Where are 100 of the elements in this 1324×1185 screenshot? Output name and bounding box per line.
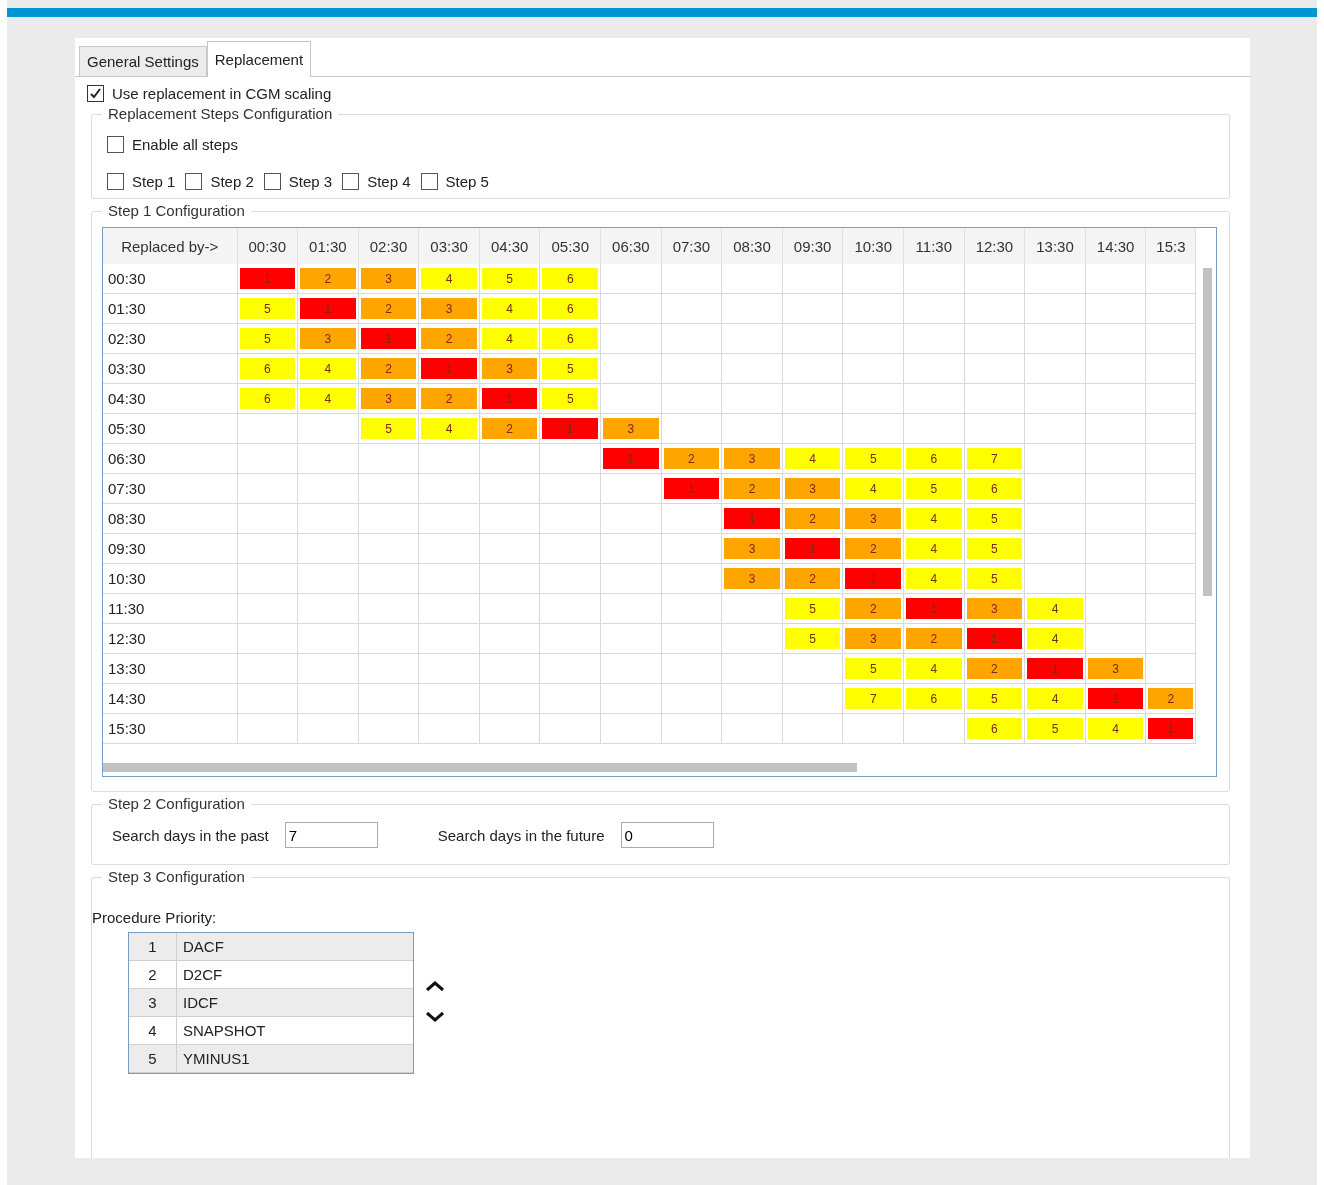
table-cell: 4 xyxy=(481,328,538,349)
row-header: 13:30 xyxy=(103,653,237,684)
table-cell: 6 xyxy=(542,298,599,319)
table-cell: 5 xyxy=(966,568,1023,589)
table-cell: 3 xyxy=(724,538,780,559)
table-cell: 1 xyxy=(300,298,356,319)
table-cell: 5 xyxy=(360,418,417,439)
table-cell: 4 xyxy=(300,388,356,409)
checkbox[interactable] xyxy=(87,85,104,102)
checkbox[interactable] xyxy=(185,173,203,190)
checkbox-option[interactable]: Step 1 xyxy=(107,173,176,190)
column-header: 12:30 xyxy=(964,228,1025,264)
table-cell: 1 xyxy=(1027,658,1083,679)
table-cell: 3 xyxy=(421,298,477,319)
table-cell: 2 xyxy=(663,448,720,469)
checkbox[interactable] xyxy=(107,173,124,190)
table-cell: 1 xyxy=(663,478,720,499)
table-cell: 6 xyxy=(966,478,1023,499)
checkbox-option[interactable]: Enable all steps xyxy=(107,136,238,153)
table-cell: 4 xyxy=(906,568,962,589)
table-cell: 3 xyxy=(360,268,417,289)
table-cell: 1 xyxy=(360,328,417,349)
row-header: 05:30 xyxy=(103,413,237,444)
list-item[interactable]: IDCF xyxy=(177,994,413,1011)
table-cell: 3 xyxy=(1087,658,1144,679)
table-cell: 1 xyxy=(481,388,538,409)
rank-number: 4 xyxy=(129,1017,177,1044)
column-header: 07:30 xyxy=(661,228,722,264)
scrollbar[interactable] xyxy=(103,763,857,772)
table-cell: 4 xyxy=(300,358,356,379)
table-cell: 6 xyxy=(906,688,962,709)
row-header: 14:30 xyxy=(103,683,237,714)
checkbox[interactable] xyxy=(263,173,281,190)
table-cell: 6 xyxy=(239,358,296,379)
column-header: 11:30 xyxy=(903,228,965,264)
checkbox[interactable] xyxy=(420,173,438,190)
table-cell: 2 xyxy=(906,628,962,649)
checkbox-option[interactable]: Use replacement in CGM scaling xyxy=(87,85,332,102)
table-cell: 1 xyxy=(845,568,902,589)
table-cell: 6 xyxy=(966,718,1023,739)
rank-number: 3 xyxy=(129,989,177,1016)
checkbox-option[interactable]: Step 5 xyxy=(420,173,489,190)
table-cell: 5 xyxy=(966,508,1023,529)
column-header: 02:30 xyxy=(358,228,419,264)
table-cell: 2 xyxy=(300,268,356,289)
checkbox-option[interactable]: Step 4 xyxy=(342,173,411,190)
table-cell: 4 xyxy=(906,538,962,559)
table-cell: 5 xyxy=(845,448,902,469)
tab[interactable]: General Settings xyxy=(79,46,207,76)
rank-number: 2 xyxy=(129,961,177,988)
list-item[interactable]: D2CF xyxy=(177,966,413,983)
tab[interactable]: Replacement xyxy=(206,41,312,77)
column-header: 03:30 xyxy=(418,228,480,264)
column-header: 01:30 xyxy=(297,228,359,264)
checkbox[interactable] xyxy=(107,136,124,153)
table-cell: 3 xyxy=(481,358,538,379)
table-cell: 5 xyxy=(1027,718,1083,739)
table-cell: 4 xyxy=(481,298,538,319)
table-cell: 4 xyxy=(421,418,477,439)
list-item[interactable]: YMINUS1 xyxy=(177,1050,413,1067)
row-header: 00:30 xyxy=(103,264,237,294)
table-cell: 2 xyxy=(360,298,417,319)
column-header: 14:30 xyxy=(1085,228,1146,264)
table-cell: 4 xyxy=(906,508,962,529)
table-cell: 1 xyxy=(906,598,962,619)
table-cell: 4 xyxy=(784,448,841,469)
table-cell: 2 xyxy=(784,568,841,589)
table-cell: 3 xyxy=(966,598,1023,619)
table-cell: 5 xyxy=(481,268,538,289)
row-header: 06:30 xyxy=(103,443,237,474)
table-cell: 5 xyxy=(845,658,902,679)
list-item[interactable]: SNAPSHOT xyxy=(177,1022,413,1039)
list-item[interactable]: DACF xyxy=(177,938,413,955)
input-field[interactable]: 7 xyxy=(284,822,378,848)
list-label: Procedure Priority: xyxy=(92,909,218,926)
checkbox-option[interactable]: Step 2 xyxy=(185,173,254,190)
table-cell: 2 xyxy=(1148,688,1194,709)
table-cell: 6 xyxy=(542,328,599,349)
table-cell: 7 xyxy=(845,688,902,709)
checkbox[interactable] xyxy=(342,173,360,190)
rank-number: 1 xyxy=(129,933,177,960)
table-cell: 5 xyxy=(542,358,599,379)
row-header: 10:30 xyxy=(103,563,237,594)
table-cell: 4 xyxy=(845,478,902,499)
table-cell: 2 xyxy=(360,358,417,379)
table-cell: 4 xyxy=(421,268,477,289)
table-cell: 5 xyxy=(239,328,296,349)
table-cell: 1 xyxy=(542,418,599,439)
table-cell: 1 xyxy=(603,448,659,469)
checkbox-option[interactable]: Step 3 xyxy=(263,173,333,190)
input-field[interactable]: 0 xyxy=(620,822,714,848)
table-cell: 4 xyxy=(1027,688,1083,709)
table-cell: 5 xyxy=(966,538,1023,559)
row-header: 02:30 xyxy=(103,323,237,354)
table-cell: 6 xyxy=(906,448,962,469)
table-cell: 4 xyxy=(1027,598,1083,619)
row-header: 12:30 xyxy=(103,623,237,654)
table-cell: 2 xyxy=(845,598,902,619)
table-cell: 2 xyxy=(724,478,780,499)
scrollbar[interactable] xyxy=(1203,268,1212,596)
